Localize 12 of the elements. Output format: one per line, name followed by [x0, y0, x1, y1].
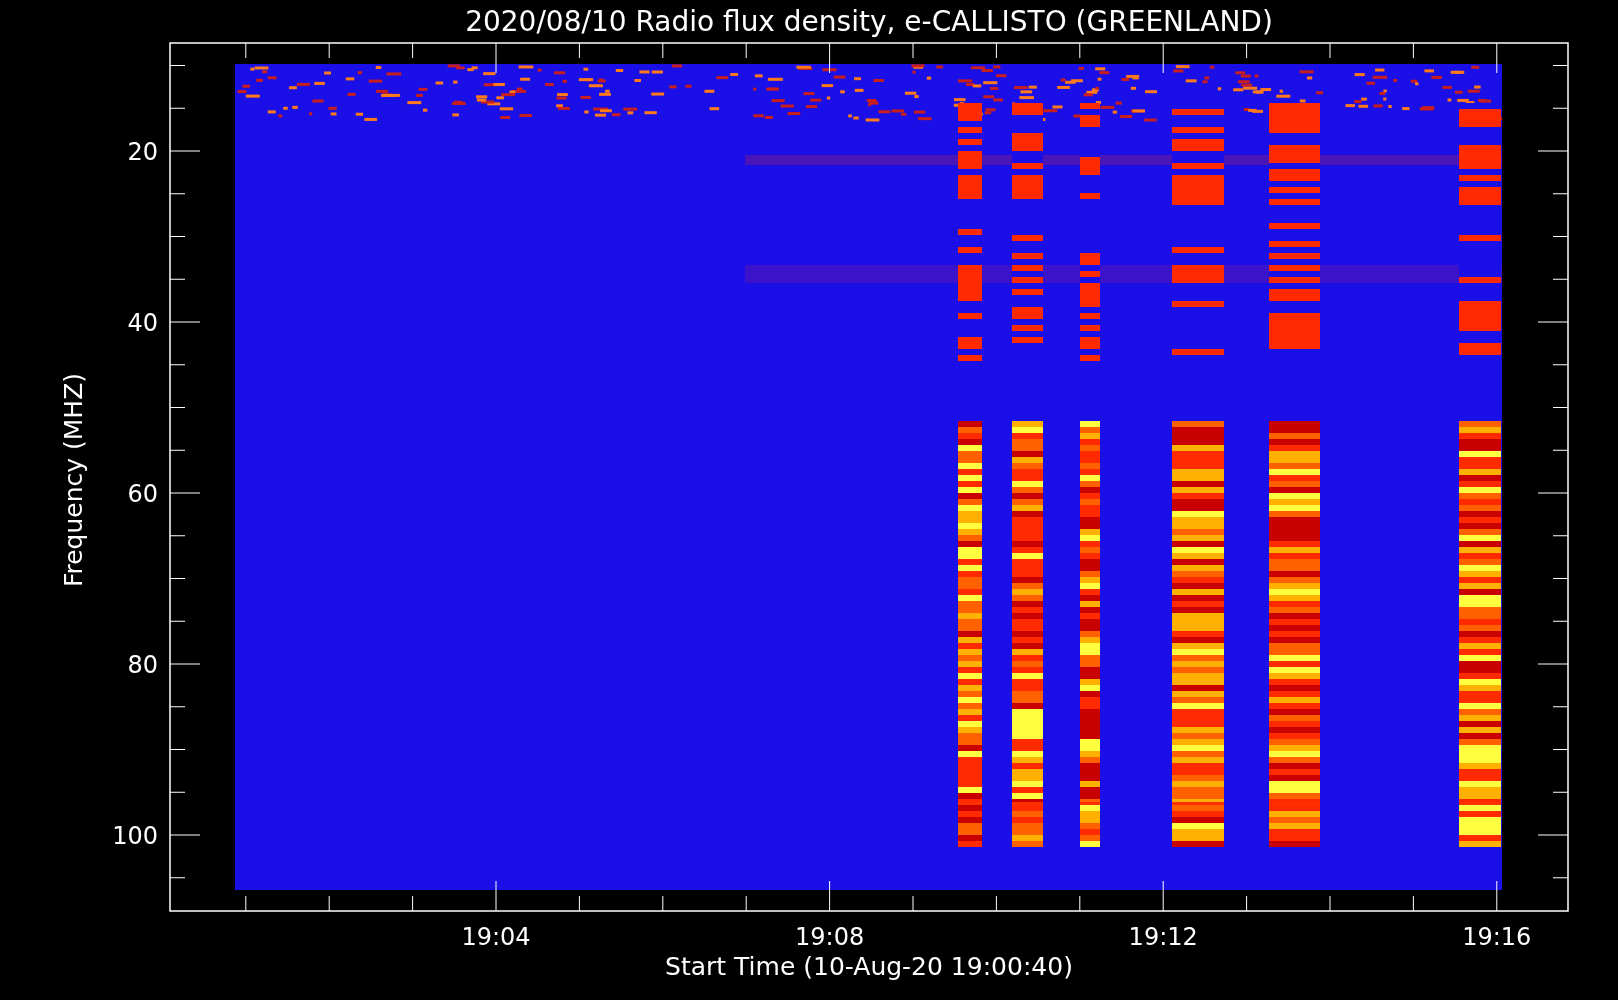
x-tick-label: 19:12 [1128, 923, 1198, 951]
x-tick-label: 19:16 [1462, 923, 1532, 951]
y-tick-label: 80 [127, 651, 158, 679]
x-axis-label: Start Time (10-Aug-20 19:00:40) [665, 952, 1073, 981]
y-tick-label: 40 [127, 309, 158, 337]
x-tick-label: 19:04 [461, 923, 531, 951]
chart-title: 2020/08/10 Radio flux density, e-CALLISTO (GREENLAND) [465, 5, 1273, 38]
y-tick-label: 20 [127, 138, 158, 166]
y-axis-label: Frequency (MHZ) [59, 372, 88, 588]
y-tick-label: 60 [127, 480, 158, 508]
y-tick-label: 100 [112, 822, 158, 850]
x-tick-label: 19:08 [795, 923, 865, 951]
